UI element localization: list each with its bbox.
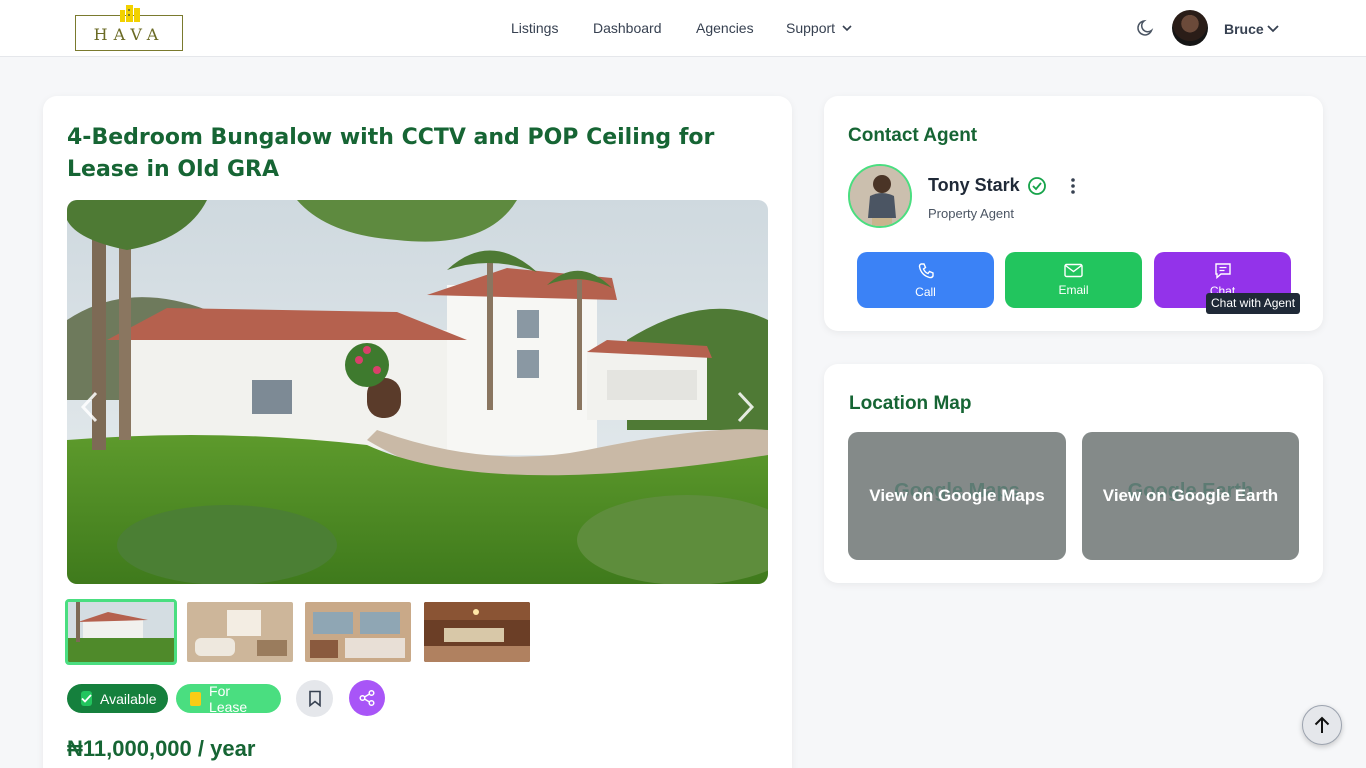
- agent-role: Property Agent: [928, 206, 1014, 221]
- type-label: For Lease: [209, 682, 248, 715]
- hava-logo[interactable]: HAVA: [75, 5, 183, 51]
- check-icon: [81, 691, 92, 706]
- moon-icon[interactable]: [1136, 18, 1156, 38]
- logo-text: HAVA: [93, 25, 165, 44]
- chat-icon: [1214, 263, 1231, 279]
- thumbnail-kitchen[interactable]: [424, 602, 530, 662]
- thumbnail-bathroom[interactable]: [187, 602, 293, 662]
- nav-support-dropdown[interactable]: Support: [786, 20, 853, 36]
- google-maps-label: View on Google Maps: [869, 486, 1045, 505]
- share-button[interactable]: [349, 680, 385, 716]
- contact-agent-title: Contact Agent: [848, 125, 978, 146]
- call-label: Call: [915, 284, 936, 299]
- user-name[interactable]: Bruce: [1224, 21, 1264, 37]
- agent-name: Tony Stark: [928, 175, 1020, 195]
- nav-dashboard[interactable]: Dashboard: [593, 20, 662, 36]
- building-logo-icon: [120, 5, 140, 22]
- email-button[interactable]: Email: [1005, 252, 1142, 308]
- thumbnail-bedroom[interactable]: [305, 602, 411, 662]
- google-earth-label: View on Google Earth: [1102, 486, 1279, 505]
- google-earth-link[interactable]: Google Earth View on Google Earth: [1082, 432, 1299, 560]
- carousel-next-icon[interactable]: [733, 390, 757, 424]
- top-navbar: HAVA Listings Dashboard Agencies Support…: [0, 0, 1366, 57]
- arrow-up-icon: [1314, 716, 1330, 733]
- more-options-icon[interactable]: [1064, 176, 1082, 196]
- mail-icon: [1064, 263, 1083, 278]
- bookmark-icon: [308, 690, 321, 707]
- scroll-to-top-button[interactable]: [1302, 705, 1342, 745]
- call-button[interactable]: Call: [857, 252, 994, 308]
- verified-check-icon: [1028, 177, 1046, 195]
- listing-title: 4-Bedroom Bungalow with CCTV and POP Cei…: [67, 125, 715, 182]
- note-icon: [190, 691, 202, 706]
- chat-tooltip: Chat with Agent: [1206, 293, 1301, 314]
- status-label: Available: [100, 690, 157, 707]
- carousel-prev-icon[interactable]: [78, 390, 102, 424]
- nav-agencies[interactable]: Agencies: [696, 20, 754, 36]
- nav-listings[interactable]: Listings: [511, 20, 558, 36]
- bookmark-button[interactable]: [296, 680, 333, 717]
- email-label: Email: [1058, 283, 1089, 297]
- listing-image-carousel[interactable]: [67, 200, 768, 584]
- google-maps-link[interactable]: Google Maps View on Google Maps: [848, 432, 1066, 560]
- chevron-down-icon: [842, 25, 852, 32]
- phone-icon: [918, 262, 934, 278]
- share-icon: [359, 689, 375, 707]
- nav-support-label: Support: [786, 20, 836, 36]
- listing-price: ₦11,000,000 / year: [67, 736, 256, 761]
- chevron-down-icon[interactable]: [1266, 22, 1280, 34]
- thumbnail-exterior[interactable]: [65, 599, 177, 665]
- user-avatar[interactable]: [1172, 10, 1208, 46]
- agent-avatar[interactable]: [848, 164, 912, 228]
- location-map-title: Location Map: [849, 393, 972, 414]
- type-badge-lease: For Lease: [176, 682, 281, 715]
- status-badge-available: Available: [67, 684, 168, 713]
- house-photo: [67, 200, 768, 584]
